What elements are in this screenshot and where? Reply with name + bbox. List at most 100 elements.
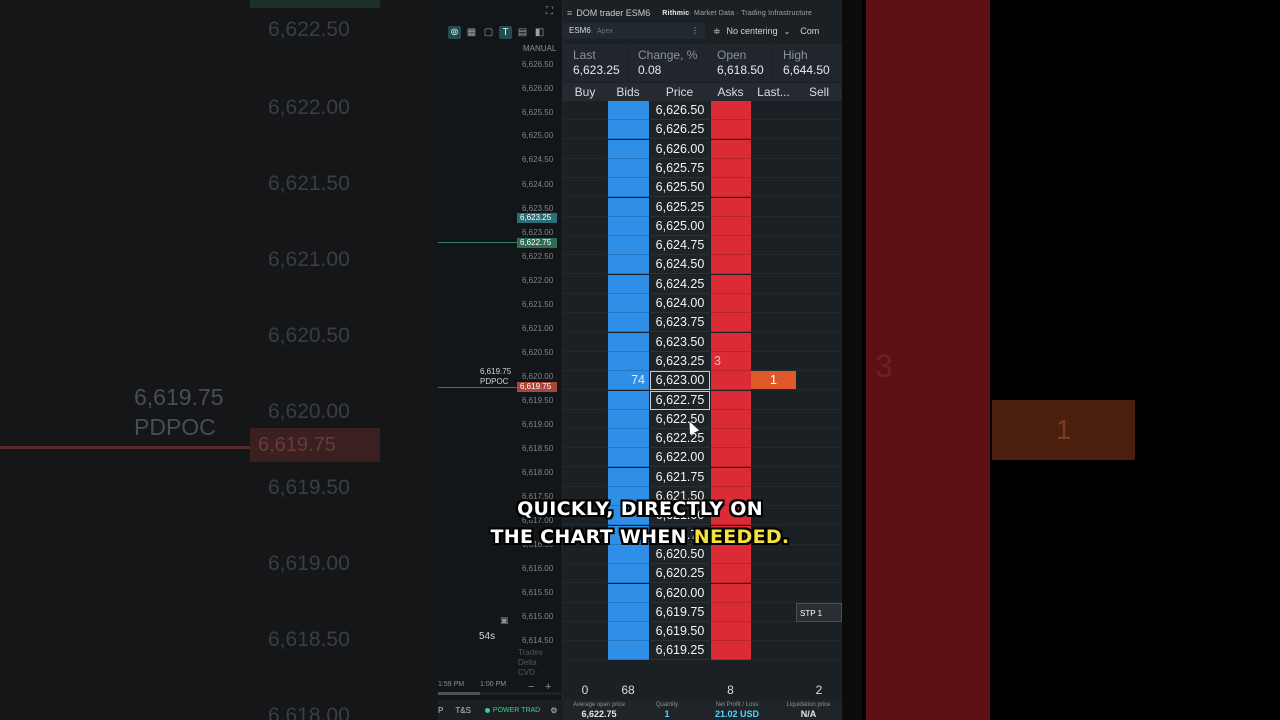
buy-cell[interactable] (563, 101, 607, 120)
price-cell[interactable]: 6,625.50 (650, 178, 710, 198)
buy-cell[interactable] (563, 275, 607, 294)
bid-cell[interactable] (608, 622, 649, 642)
sell-cell[interactable] (796, 391, 842, 410)
sell-cell[interactable] (796, 352, 842, 371)
price-cell[interactable]: 6,620.00 (650, 583, 710, 603)
camera-icon[interactable]: ▣ (500, 615, 509, 626)
ask-cell[interactable] (711, 371, 751, 391)
pdpoc-line[interactable] (438, 387, 517, 388)
ask-cell[interactable] (711, 390, 751, 410)
bid-cell[interactable] (608, 294, 649, 313)
bid-cell[interactable] (608, 602, 649, 622)
price-cell[interactable]: 6,625.00 (650, 216, 710, 236)
sell-cell[interactable] (796, 371, 842, 391)
manual-scale-label[interactable]: MANUAL (523, 44, 556, 53)
buy-cell[interactable] (563, 120, 607, 140)
bid-cell[interactable] (608, 120, 649, 140)
price-cell[interactable]: 6,626.00 (650, 139, 710, 159)
price-cell[interactable]: 6,620.25 (650, 564, 710, 584)
sell-cell[interactable] (796, 584, 842, 603)
price-cell[interactable]: 6,626.25 (650, 120, 710, 140)
bid-cell[interactable] (608, 583, 649, 603)
buy-cell[interactable] (563, 371, 607, 391)
magnet-icon[interactable]: ⊚ (448, 25, 461, 39)
sell-cell[interactable] (796, 236, 842, 256)
ask-cell[interactable] (711, 178, 751, 198)
expand-icon[interactable]: ⛶ (546, 6, 553, 17)
bid-cell[interactable] (608, 332, 649, 352)
more-vertical-icon[interactable]: ⋮ (691, 26, 699, 36)
price-cell[interactable]: 6,625.75 (650, 158, 710, 178)
ask-cell[interactable] (711, 641, 751, 661)
sell-cell[interactable] (796, 448, 842, 468)
ask-cell[interactable] (711, 332, 751, 352)
price-cell[interactable]: 6,622.50 (650, 409, 710, 429)
bid-cell[interactable] (608, 390, 649, 410)
buy-cell[interactable] (563, 622, 607, 642)
price-ladder[interactable]: 6,626.50 6,626.25 6,626.00 6,625.75 6,625.50… (563, 101, 842, 680)
column-asks[interactable]: Asks (710, 83, 751, 101)
ask-cell[interactable] (711, 564, 751, 584)
ask-cell[interactable] (711, 602, 751, 622)
sell-cell[interactable] (796, 468, 842, 487)
price-cell[interactable]: 6,626.50 (650, 101, 710, 120)
price-cell[interactable]: 6,621.75 (650, 467, 710, 487)
buy-cell[interactable] (563, 352, 607, 371)
ask-cell[interactable] (711, 120, 751, 140)
power-trades-button[interactable]: POWER TRAD (484, 707, 540, 714)
bid-cell[interactable] (608, 564, 649, 584)
price-cell[interactable]: 6,625.25 (650, 197, 710, 217)
price-cell[interactable]: 6,619.50 (650, 622, 710, 642)
price-cell[interactable]: 6,619.75 (650, 602, 710, 622)
buy-cell[interactable] (563, 178, 607, 198)
bid-cell[interactable] (608, 197, 649, 217)
bid-cell[interactable] (608, 178, 649, 198)
indicator-trades[interactable]: Trades (518, 648, 543, 657)
centering-dropdown[interactable]: ≑ No centering ⌄ (705, 26, 790, 37)
price-cell[interactable]: 6,622.75 (650, 390, 710, 410)
price-cell[interactable]: 6,624.25 (650, 274, 710, 294)
ask-cell[interactable] (711, 294, 751, 313)
buy-cell[interactable] (563, 410, 607, 429)
price-cell[interactable]: 6,624.00 (650, 294, 710, 313)
bid-cell[interactable] (608, 216, 649, 236)
bid-cell[interactable] (608, 236, 649, 256)
ask-cell[interactable] (711, 139, 751, 159)
column-buy[interactable]: Buy (563, 83, 607, 101)
price-cell[interactable]: 6,623.50 (650, 332, 710, 352)
price-cell[interactable]: 6,623.75 (650, 313, 710, 333)
column-last[interactable]: Last... (751, 83, 796, 101)
panel-toggle-icon[interactable]: ◧ (533, 26, 546, 39)
ask-cell[interactable] (711, 467, 751, 487)
bid-cell[interactable] (608, 409, 649, 429)
buy-cell[interactable] (563, 468, 607, 487)
ask-cell[interactable] (711, 583, 751, 603)
ask-cell[interactable] (711, 429, 751, 449)
ask-cell[interactable]: 3 (711, 351, 751, 371)
chart-panel[interactable]: ⛶ ⊚ ▦ ▢ T ▤ ◧ MANUAL 6,626.50 6,626.00 6,6… (438, 0, 563, 720)
bid-cell[interactable] (608, 274, 649, 294)
ask-cell[interactable] (711, 158, 751, 178)
price-cell[interactable]: 6,624.50 (650, 255, 710, 275)
buy-cell[interactable] (563, 584, 607, 603)
price-cell[interactable]: 6,624.75 (650, 236, 710, 256)
bid-cell[interactable] (608, 429, 649, 449)
text-tool-icon[interactable]: T (499, 25, 512, 39)
ts-button[interactable]: T&S (455, 706, 471, 715)
buy-cell[interactable] (563, 236, 607, 256)
sell-cell[interactable] (796, 564, 842, 584)
sell-cell[interactable] (796, 429, 842, 449)
bid-cell[interactable] (608, 448, 649, 468)
hamburger-menu-icon[interactable]: ≡ (567, 8, 572, 18)
sell-cell[interactable] (796, 217, 842, 236)
indicator-delta[interactable]: Delta (518, 658, 537, 667)
column-bids[interactable]: Bids (607, 83, 649, 101)
bid-cell[interactable] (608, 139, 649, 159)
buy-cell[interactable] (563, 391, 607, 410)
sell-cell[interactable] (796, 410, 842, 429)
buy-cell[interactable] (563, 641, 607, 661)
sell-cell[interactable] (796, 140, 842, 159)
buy-cell[interactable] (563, 448, 607, 468)
sell-cell[interactable] (796, 101, 842, 120)
buy-cell[interactable] (563, 333, 607, 352)
